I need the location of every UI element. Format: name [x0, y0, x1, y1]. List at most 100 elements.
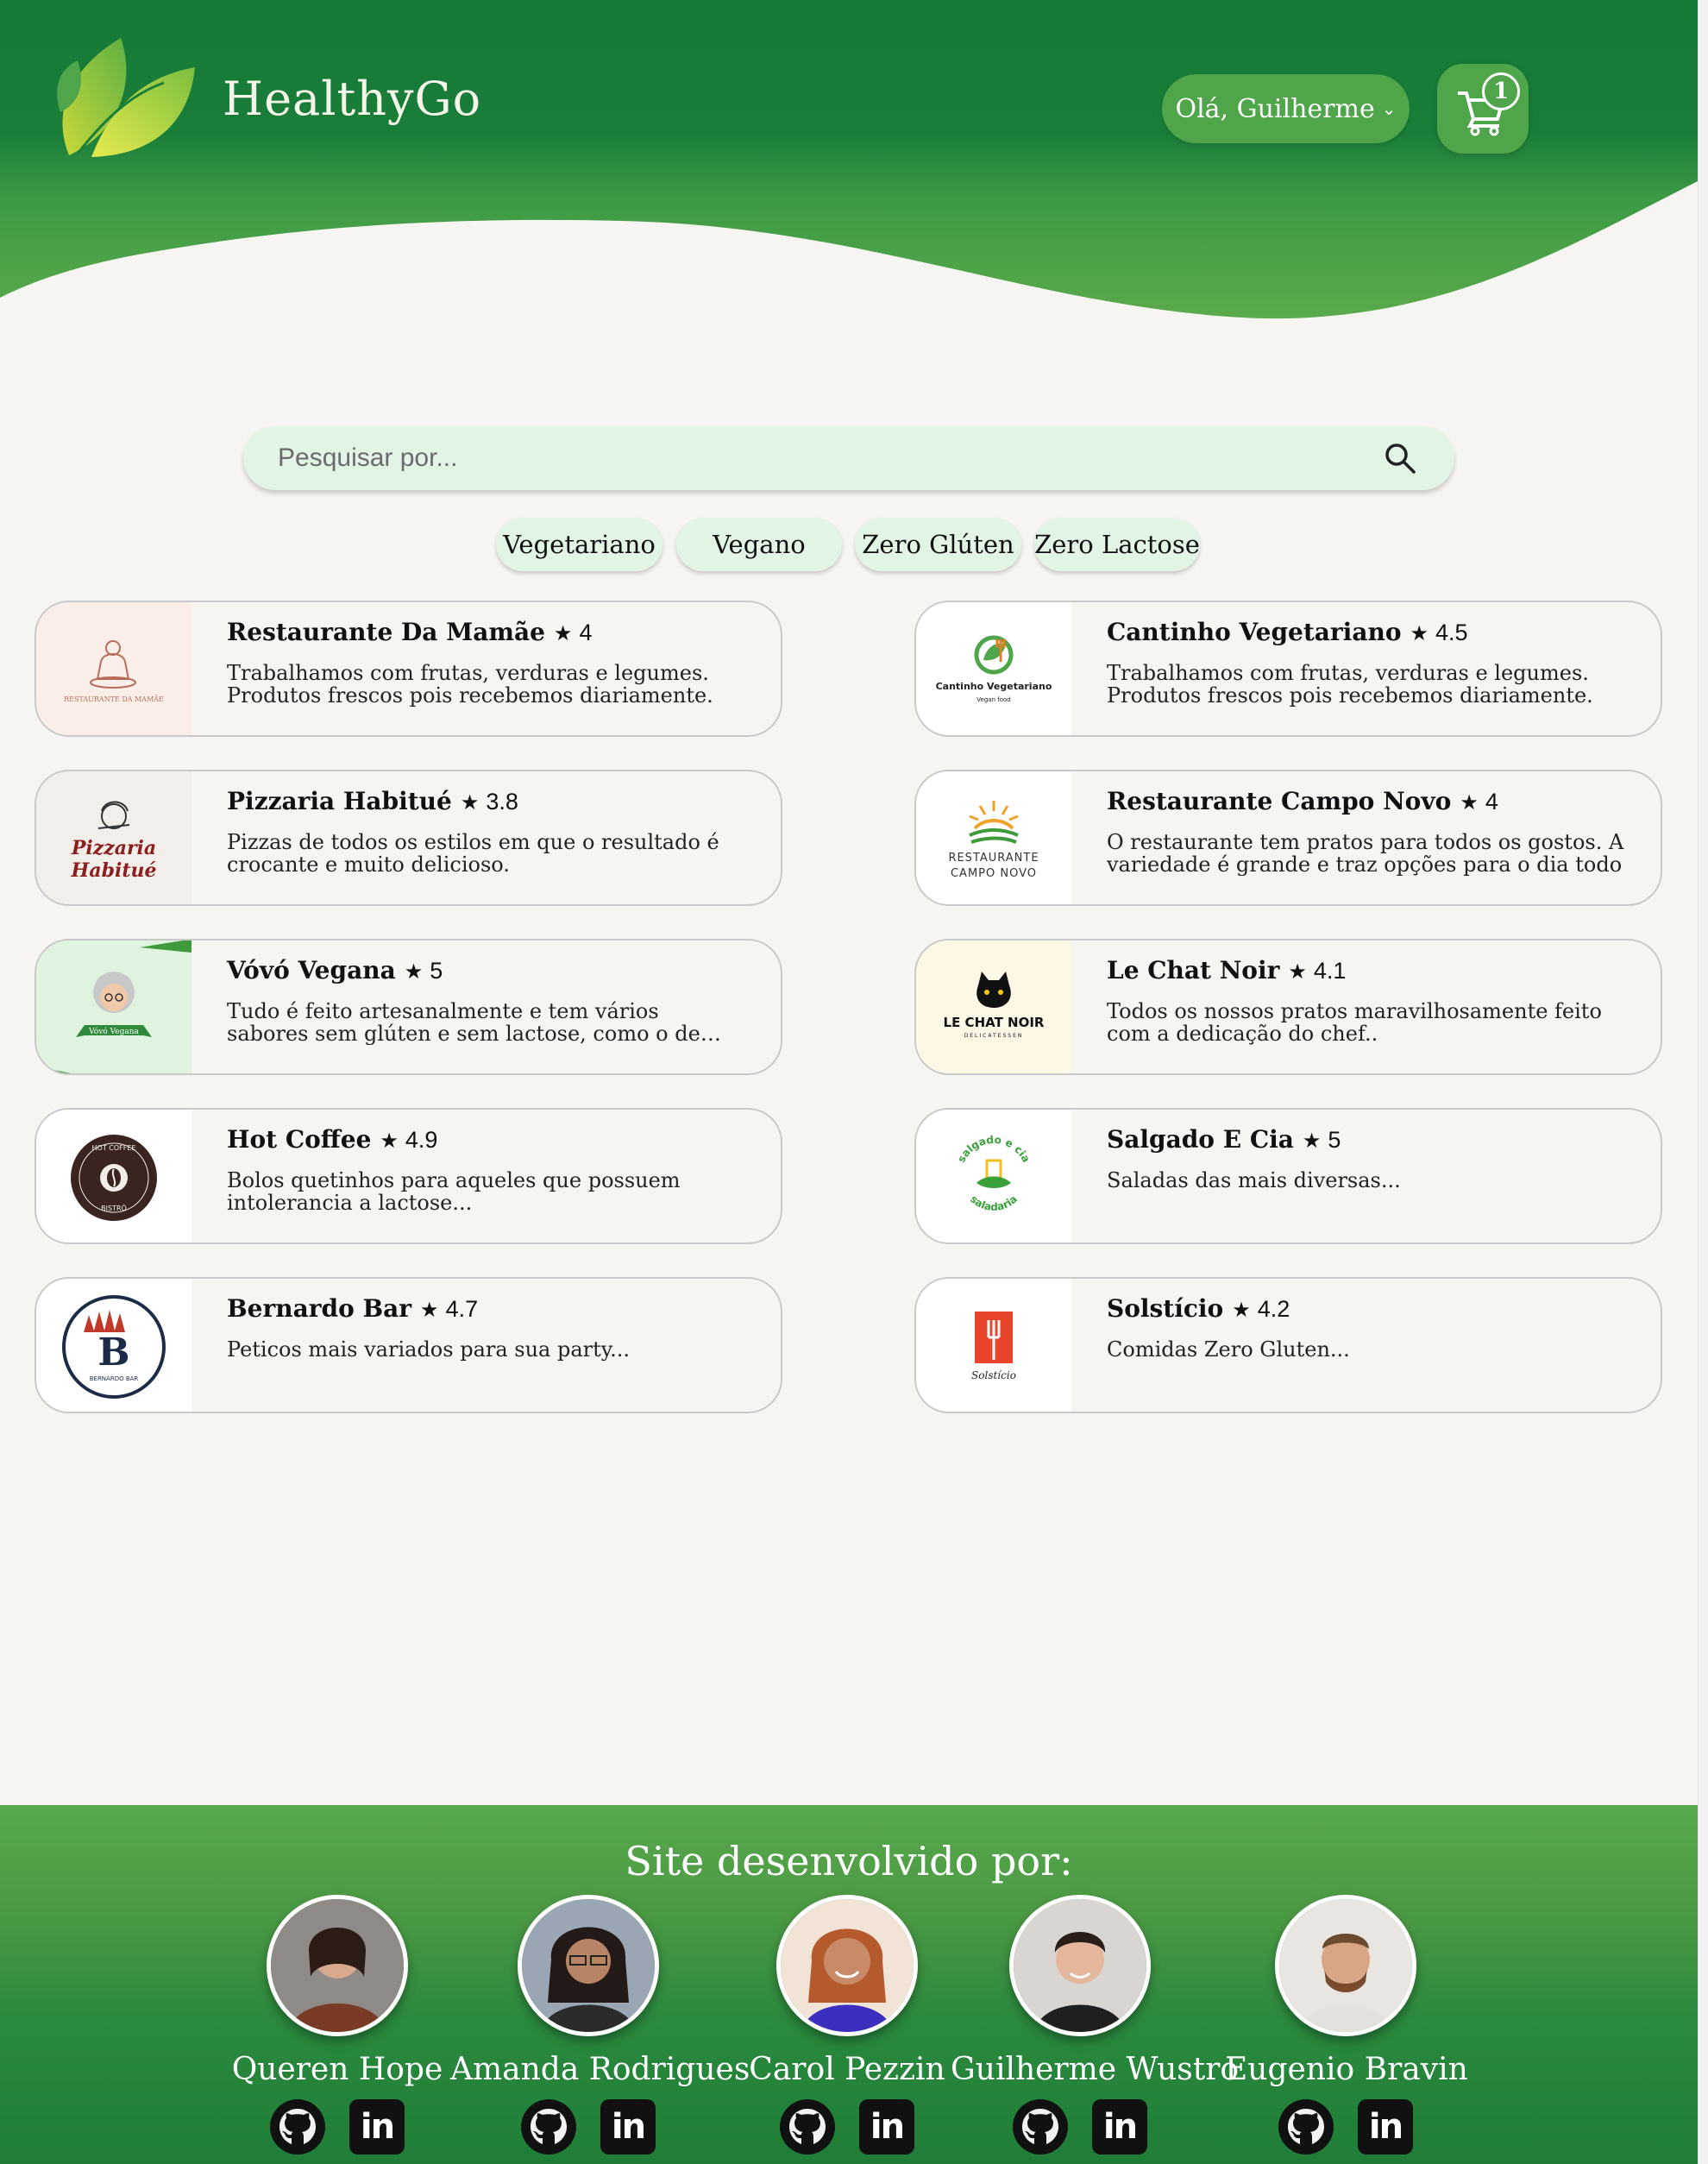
star-icon: ★: [553, 621, 573, 645]
developer-avatar: [267, 1895, 408, 2036]
cart-button[interactable]: 1: [1437, 64, 1529, 154]
restaurant-description: Trabalhamos com frutas, verduras e legum…: [227, 662, 713, 707]
logo-lettering: Vóvó Vegana: [88, 1027, 139, 1036]
restaurant-description: Peticos mais variados para sua party...: [227, 1338, 631, 1361]
star-icon: ★: [1460, 790, 1479, 815]
restaurant-card[interactable]: Vóvó Vegana Vóvó Vegana ★ 5 Tudo é feito…: [35, 939, 782, 1075]
developer-name: Amanda Rodrigues: [450, 2052, 750, 2087]
restaurant-rating: 4.9: [405, 1127, 438, 1153]
github-icon[interactable]: [521, 2099, 576, 2155]
github-icon[interactable]: [270, 2099, 325, 2155]
filter-chip-vegano[interactable]: Vegano: [676, 518, 842, 571]
pizzaria-habitue-logo: Pizzaria Habitué: [71, 801, 157, 882]
star-icon: ★: [404, 959, 424, 984]
restaurant-description: Todos os nossos pratos maravilhosamente …: [1107, 1000, 1602, 1045]
logo-lettering: Pizzaria: [71, 837, 156, 859]
restaurant-name: Solstício: [1107, 1294, 1224, 1323]
restaurant-logo: RESTAURANTE DA MAMÃE: [36, 602, 192, 735]
bernardo-bar-logo: B BERNARDO BAR: [62, 1295, 166, 1399]
logo-lettering: HOT COFFEE: [92, 1144, 136, 1152]
github-icon[interactable]: [1278, 2099, 1334, 2155]
restaurant-name: Pizzaria Habitué: [227, 787, 452, 815]
linkedin-icon[interactable]: in: [1358, 2099, 1413, 2155]
restaurant-rating: 3.8: [486, 789, 518, 815]
restaurant-name: Hot Coffee: [227, 1125, 372, 1154]
restaurant-rating: 4.2: [1257, 1296, 1290, 1322]
logo-lettering: BERNARDO BAR: [90, 1375, 139, 1382]
linkedin-icon[interactable]: in: [349, 2099, 405, 2155]
restaurant-rating: 4.5: [1435, 620, 1468, 645]
scrollbar[interactable]: [1698, 0, 1708, 2164]
filter-chip-zero-lactose[interactable]: Zero Lactose: [1034, 518, 1200, 571]
restaurant-description: O restaurante tem pratos para todos os g…: [1107, 831, 1624, 876]
restaurant-description: Comidas Zero Gluten...: [1107, 1338, 1350, 1361]
restaurant-card[interactable]: LE CHAT NOIR DELICATESSEN Le Chat Noir ★…: [914, 939, 1662, 1075]
restaurant-card[interactable]: Pizzaria Habitué Pizzaria Habitué ★ 3.8 …: [35, 770, 782, 906]
restaurant-card[interactable]: B BERNARDO BAR Bernardo Bar ★ 4.7 Petico…: [35, 1277, 782, 1413]
restaurant-rating: 5: [430, 958, 443, 984]
star-icon: ★: [1288, 959, 1307, 984]
linkedin-icon[interactable]: in: [600, 2099, 656, 2155]
restaurant-logo: RESTAURANTE CAMPO NOVO: [916, 771, 1071, 904]
star-icon: ★: [1410, 621, 1429, 645]
developer-name: Carol Pezzin: [749, 2052, 945, 2087]
linkedin-icon[interactable]: in: [1092, 2099, 1147, 2155]
restaurant-logo: Solstício: [916, 1279, 1071, 1412]
star-icon: ★: [1232, 1298, 1251, 1322]
logo-lettering: Habitué: [71, 859, 157, 882]
restaurant-description: Tudo é feito artesanalmente e tem vários…: [227, 1000, 700, 1045]
leaf-logo-icon: [57, 38, 195, 157]
logo-lettering: Cantinho Vegetariano: [936, 681, 1052, 692]
developer-card: Queren Hope in: [229, 1895, 445, 2155]
search-icon[interactable]: [1384, 442, 1416, 475]
developer-name: Queren Hope: [231, 2052, 443, 2087]
restaurant-name: Salgado E Cia: [1107, 1125, 1294, 1154]
salgado-e-cia-logo: salgado e cia saladaria: [955, 1134, 1033, 1213]
star-icon: ★: [420, 1298, 439, 1322]
restaurant-card[interactable]: Cantinho Vegetariano Vegan food Cantinho…: [914, 601, 1662, 737]
restaurant-card[interactable]: HOT COFFEE BISTRÔ Hot Coffee ★ 4.9 Bolos…: [35, 1108, 782, 1244]
restaurant-card[interactable]: RESTAURANTE DA MAMÃE Restaurante Da Mamã…: [35, 601, 782, 737]
developer-avatar: [518, 1895, 659, 2036]
restaurant-logo: Vóvó Vegana: [36, 940, 192, 1073]
restaurant-description: Trabalhamos com frutas, verduras e legum…: [1107, 662, 1593, 707]
restaurant-rating: 4: [1485, 789, 1498, 815]
le-chat-noir-logo: LE CHAT NOIR DELICATESSEN: [944, 972, 1045, 1039]
restaurant-card[interactable]: Solstício Solstício ★ 4.2 Comidas Zero G…: [914, 1277, 1662, 1413]
search-bar: [243, 426, 1454, 490]
header: HealthyGo Olá, Guilherme ⌄ 1: [0, 0, 1698, 328]
star-icon: ★: [1302, 1129, 1322, 1153]
restaurant-name: Restaurante Da Mamãe: [227, 618, 545, 646]
logo-lettering: CAMPO NOVO: [951, 867, 1037, 880]
search-input[interactable]: [278, 426, 1347, 490]
restaurant-rating: 5: [1328, 1127, 1341, 1153]
developer-card: Guilherme Wustro in: [951, 1895, 1239, 2155]
github-icon[interactable]: [1013, 2099, 1068, 2155]
filter-chip-vegetariano[interactable]: Vegetariano: [496, 518, 662, 571]
developer-avatar: [776, 1895, 918, 2036]
restaurant-logo: LE CHAT NOIR DELICATESSEN: [916, 940, 1071, 1073]
vovo-vegana-logo: Vóvó Vegana: [36, 940, 192, 1073]
restaurant-rating: 4.1: [1313, 958, 1347, 984]
restaurant-name: Le Chat Noir: [1107, 956, 1280, 984]
campo-novo-logo: RESTAURANTE CAMPO NOVO: [948, 801, 1039, 880]
restaurant-rating: 4: [579, 620, 593, 645]
restaurant-logo: B BERNARDO BAR: [36, 1279, 192, 1412]
solsticio-logo: Solstício: [971, 1312, 1016, 1381]
restaurant-description: Saladas das mais diversas...: [1107, 1169, 1401, 1192]
cart-count-badge: 1: [1482, 72, 1520, 110]
github-icon[interactable]: [780, 2099, 835, 2155]
footer: Site desenvolvido por: Queren Hope in Am…: [0, 1805, 1698, 2164]
logo-lettering: B: [97, 1330, 129, 1375]
restaurant-card[interactable]: RESTAURANTE CAMPO NOVO Restaurante Campo…: [914, 770, 1662, 906]
filter-chip-zero-gluten[interactable]: Zero Glúten: [855, 518, 1021, 571]
cantinho-vegetariano-logo: Cantinho Vegetariano Vegan food: [936, 635, 1052, 703]
brand-logo[interactable]: HealthyGo: [52, 35, 481, 162]
user-menu-button[interactable]: Olá, Guilherme ⌄: [1162, 74, 1410, 143]
linkedin-icon[interactable]: in: [859, 2099, 914, 2155]
restaurant-name: Restaurante Campo Novo: [1107, 787, 1452, 815]
restaurant-logo: salgado e cia saladaria: [916, 1110, 1071, 1242]
restaurant-logo: Cantinho Vegetariano Vegan food: [916, 602, 1071, 735]
user-greeting: Olá, Guilherme: [1175, 93, 1375, 124]
restaurant-card[interactable]: salgado e cia saladaria Salgado E Cia ★ …: [914, 1108, 1662, 1244]
